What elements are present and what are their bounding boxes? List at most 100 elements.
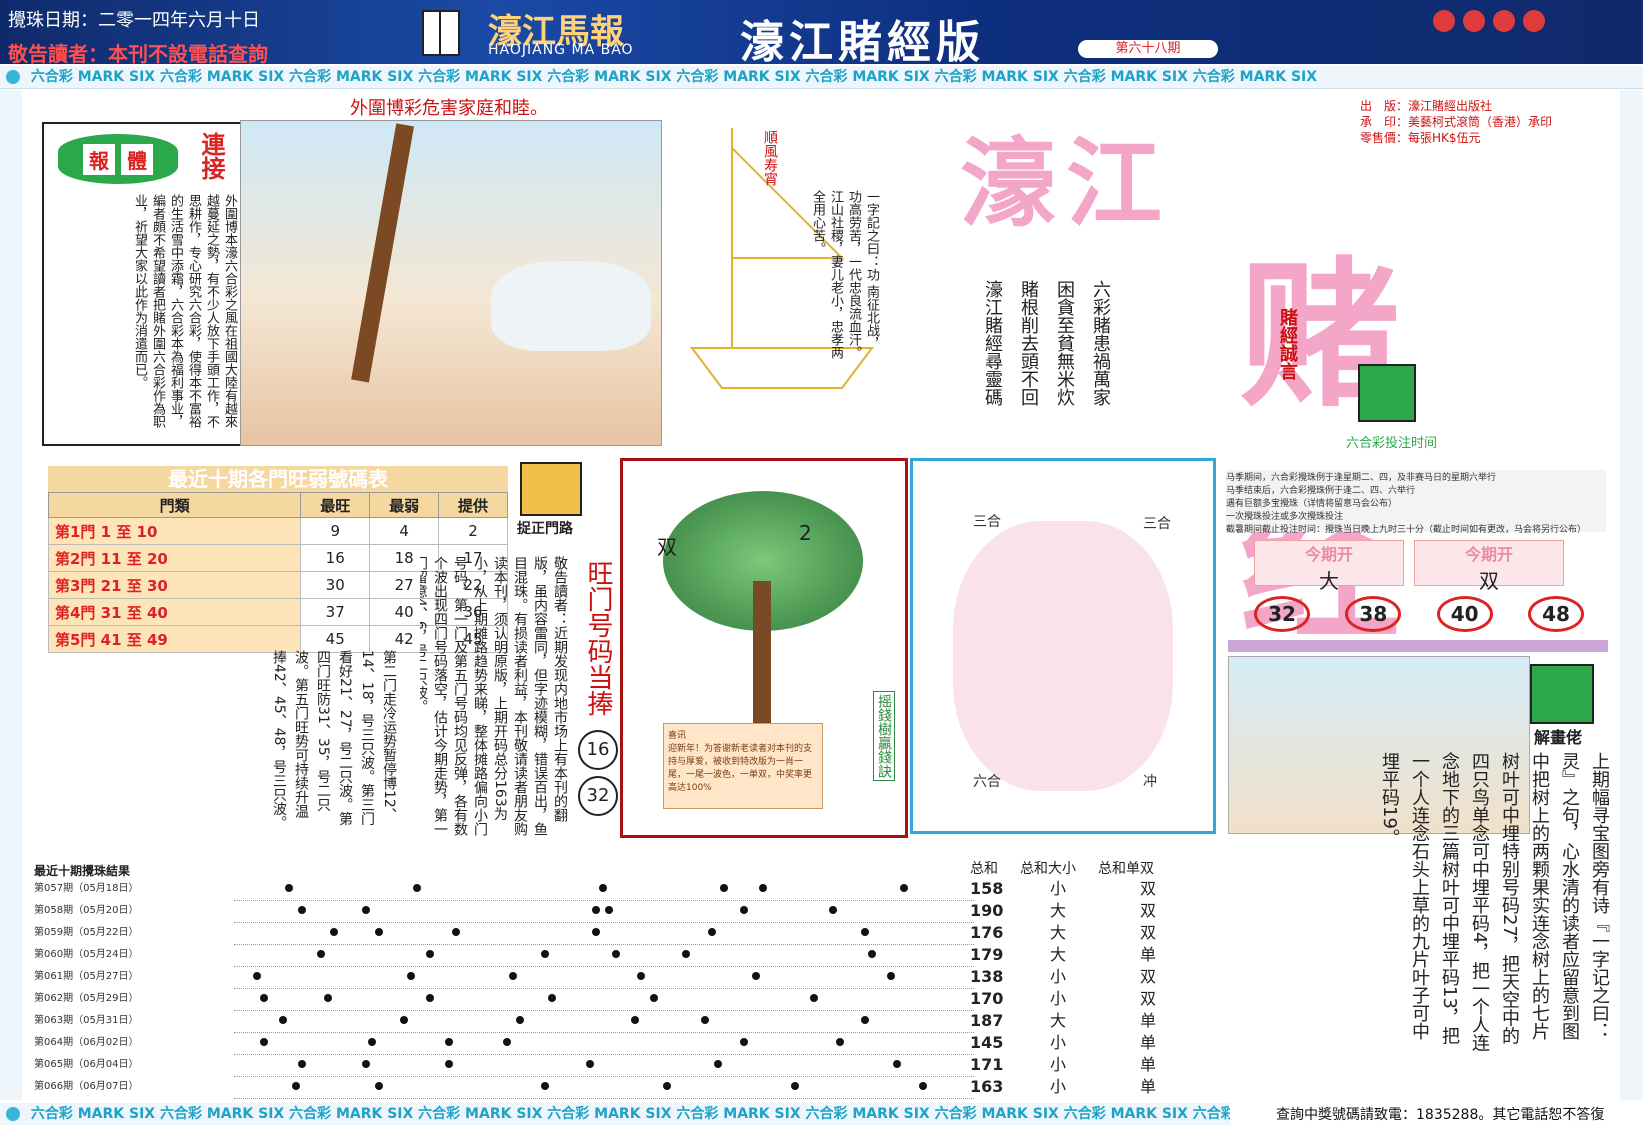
col-hot: 最旺 (300, 492, 371, 518)
verse-line-4: 濠江賭經尋靈碼 (982, 280, 1003, 406)
ribbon-bottom: 六合彩 MARK SIX 六合彩 MARK SIX 六合彩 MARK SIX 六… (0, 1103, 1230, 1125)
hot-cell: 16 (300, 544, 371, 572)
summary-sum: 176 (970, 923, 1004, 942)
result-label: 第062期（05月29日） (34, 993, 139, 1004)
result-pip (739, 906, 748, 914)
summary-row: 179 大 单 (970, 944, 1190, 966)
result-pip (445, 1038, 454, 1046)
result-dots (234, 988, 974, 1011)
bubble-icon (6, 1107, 20, 1121)
results-grid: 第057期（05月18日） 第058期（05月20日） 第059期（05月22日） 第… (34, 878, 974, 1100)
summary-size: 小 (1050, 967, 1067, 986)
summary-oddeven: 双 (1140, 989, 1157, 1008)
door-name: 第4門 (55, 603, 96, 622)
open-balls: 32 38 40 48 (1254, 596, 1584, 632)
door-name: 第5門 (55, 630, 96, 649)
bubble-icon (6, 70, 20, 84)
col-weak: 最弱 (369, 492, 440, 518)
result-pip (867, 950, 876, 958)
result-pip (630, 1016, 639, 1024)
result-pip (586, 1060, 594, 1068)
hot-cell: 37 (300, 598, 371, 626)
verse-line-2: 困貪至貧無米炊 (1054, 280, 1075, 406)
zodiac-panel: 三合 三合 六合 冲 (910, 458, 1216, 834)
result-pip (739, 1038, 748, 1046)
summary-sum: 170 (970, 989, 1004, 1008)
masthead: 攪珠日期：二零一四年六月十日 敬告讀者：本刊不設電話查詢 濠江馬報 HAOJIA… (0, 0, 1643, 68)
time-box: 马季期间，六合彩攪珠例于逢星期二、四，及非赛马日的星期六举行 马季结束后，六合彩… (1226, 470, 1606, 535)
result-pip (451, 928, 460, 936)
door-name: 第3門 (55, 576, 96, 595)
door-analysis: 第二门走冷运势暂停博12、14、18，号三只波。第三门看好21、27，号二只波。… (271, 650, 397, 830)
summary-size: 大 (1050, 923, 1067, 942)
result-row: 第058期（05月20日） (34, 900, 974, 923)
result-pip (406, 972, 415, 980)
result-pip (298, 906, 306, 914)
ribbon-text: 六合彩 MARK SIX 六合彩 MARK SIX 六合彩 MARK SIX 六… (30, 1106, 1230, 1122)
result-row: 第059期（05月22日） (34, 922, 974, 945)
hot-cell: 30 (300, 571, 371, 599)
grab-icon (520, 462, 582, 516)
zodiac-label: 六合 (973, 774, 1001, 790)
news-box: 喜讯 迎新年！为答谢新老读者对本刊的支持与厚爱，被收到特改版为一肖一尾，一尾一波… (663, 723, 823, 809)
result-label: 第064期（06月02日） (34, 1037, 139, 1048)
time-line: 马季期间，六合彩攪珠例于逢星期二、四，及非赛马日的星期六举行 (1226, 473, 1497, 483)
result-pip (374, 1082, 383, 1090)
divider (1228, 640, 1608, 652)
result-pip (323, 994, 332, 1002)
results-title: 最近十期攪珠結果 (34, 862, 974, 878)
result-pip (368, 1038, 377, 1046)
summary-sum: 171 (970, 1055, 1004, 1074)
hot-ball: 32 (578, 776, 618, 816)
time-title: 六合彩投注时间 (1346, 436, 1438, 451)
result-label: 第059期（05月22日） (34, 927, 139, 938)
result-pip (861, 1016, 870, 1024)
summary-oddeven: 双 (1140, 967, 1157, 986)
open-value: 大 (1319, 569, 1339, 593)
time-line: 遇有巨额多宝攪珠（详情将留意马会公布） (1226, 499, 1398, 509)
result-pip (547, 994, 556, 1002)
summary-sum: 190 (970, 901, 1004, 920)
tree-icon (351, 123, 415, 383)
summary-sum: 145 (970, 1033, 1004, 1052)
hot-cell: 45 (300, 625, 371, 653)
ball-icon (1523, 10, 1546, 32)
summary-size: 小 (1050, 1077, 1067, 1096)
result-pip (662, 1082, 671, 1090)
zodiac-label: 冲 (1143, 774, 1157, 790)
result-pip (707, 928, 716, 936)
result-pip (790, 1082, 799, 1090)
solve-text: 上期幅寻宝图旁有诗『一字记之曰：灵』之句，心水清的读者应留意到图中把树上的两颗果… (1379, 752, 1610, 1052)
summary-headers: 总和 总和大小 总和单双 (970, 858, 1190, 878)
result-dots (234, 1076, 974, 1099)
summary-sum: 179 (970, 945, 1004, 964)
tree-tag-2: 2 (799, 521, 812, 545)
open-cell: 今期开 大 (1254, 540, 1404, 593)
readers-notice: 敬告讀者：近期发现内地市场上有本刊的翻版，虽内容雷同，但字迹模糊，错误百出，鱼目… (420, 556, 568, 836)
summary-size: 小 (1050, 989, 1067, 1008)
news-text: 迎新年！为答谢新老读者对本刊的支持与厚爱，被收到特改版为一肖一尾，一尾一波色，一… (668, 744, 813, 793)
open-cell: 今期开 双 (1414, 540, 1564, 593)
edition-title: 濠江賭經版 (740, 17, 985, 68)
door-cell: 第1門 1 至 10 (47, 517, 302, 545)
result-pip (758, 884, 767, 892)
result-pip (899, 884, 908, 892)
summary-row: 138 小 双 (970, 966, 1190, 988)
badge: 報 體 (58, 134, 178, 184)
result-pip (541, 1082, 550, 1090)
boat-tag: 順風寿宵 (762, 130, 778, 186)
intro-box: 報 體 連接 外圍博本濠六合彩之風在祖國大陸有越來越蔓延之勢，有不少人放下手頭工… (42, 122, 246, 446)
open-title: 今期开 (1464, 545, 1513, 564)
result-pip (400, 1016, 409, 1024)
result-pip (253, 972, 262, 980)
news-title: 喜讯 (668, 731, 687, 741)
newspaper-page: 攪珠日期：二零一四年六月十日 敬告讀者：本刊不設電話查詢 濠江馬報 HAOJIA… (0, 0, 1643, 1127)
solve-label: 解畫佬 (1534, 728, 1583, 747)
motto: 賭經誠言 (1277, 308, 1298, 380)
door-range: 31 至 40 (100, 603, 168, 622)
gambling-warning: 外圍博彩危害家庭和睦。 (350, 98, 548, 119)
result-pip (829, 906, 838, 914)
summary-row: 190 大 双 (970, 900, 1190, 922)
open-title: 今期开 (1304, 545, 1353, 564)
time-line: 截暑期间截止投注时间：攪珠当日晚上九时三十分（截止时间如有更改，马会将另行公布） (1226, 525, 1587, 535)
